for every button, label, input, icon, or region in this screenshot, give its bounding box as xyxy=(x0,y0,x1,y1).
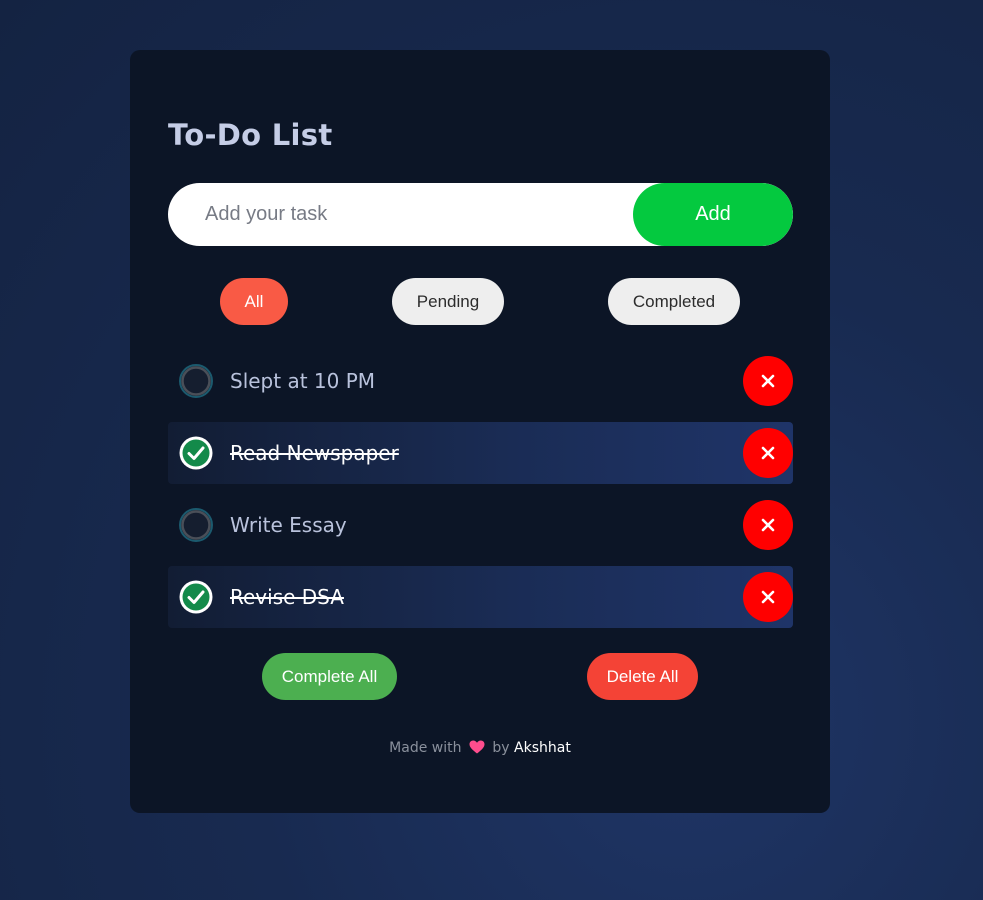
filter-all[interactable]: All xyxy=(220,278,288,325)
delete-task-button[interactable] xyxy=(743,500,793,550)
delete-task-button[interactable] xyxy=(743,572,793,622)
delete-all-button[interactable]: Delete All xyxy=(587,653,698,700)
task-item: Slept at 10 PM xyxy=(168,350,793,412)
close-icon xyxy=(761,518,775,532)
task-item: Write Essay xyxy=(168,494,793,556)
task-item: Read Newspaper xyxy=(168,422,793,484)
add-button[interactable]: Add xyxy=(633,183,793,246)
task-item: Revise DSA xyxy=(168,566,793,628)
check-circle-icon[interactable] xyxy=(178,579,214,615)
filter-pending[interactable]: Pending xyxy=(392,278,504,325)
close-icon xyxy=(761,374,775,388)
footer: Made with by Akshhat xyxy=(130,740,830,756)
task-label: Slept at 10 PM xyxy=(230,369,376,393)
footer-by: by xyxy=(492,740,510,756)
task-input[interactable] xyxy=(168,183,633,246)
empty-circle-icon[interactable] xyxy=(178,363,214,399)
complete-all-button[interactable]: Complete All xyxy=(262,653,397,700)
task-label: Read Newspaper xyxy=(230,441,399,465)
footer-prefix: Made with xyxy=(389,740,462,756)
todo-card: To-Do List Add All Pending Completed Sle… xyxy=(130,50,830,813)
task-label: Write Essay xyxy=(230,513,347,537)
check-circle-icon[interactable] xyxy=(178,435,214,471)
filter-completed[interactable]: Completed xyxy=(608,278,740,325)
empty-circle-icon[interactable] xyxy=(178,507,214,543)
author-name: Akshhat xyxy=(514,740,571,756)
close-icon xyxy=(761,446,775,460)
task-label: Revise DSA xyxy=(230,585,344,609)
close-icon xyxy=(761,590,775,604)
page-title: To-Do List xyxy=(168,118,333,152)
add-task-bar: Add xyxy=(168,183,793,246)
heart-icon xyxy=(469,740,485,754)
delete-task-button[interactable] xyxy=(743,356,793,406)
delete-task-button[interactable] xyxy=(743,428,793,478)
